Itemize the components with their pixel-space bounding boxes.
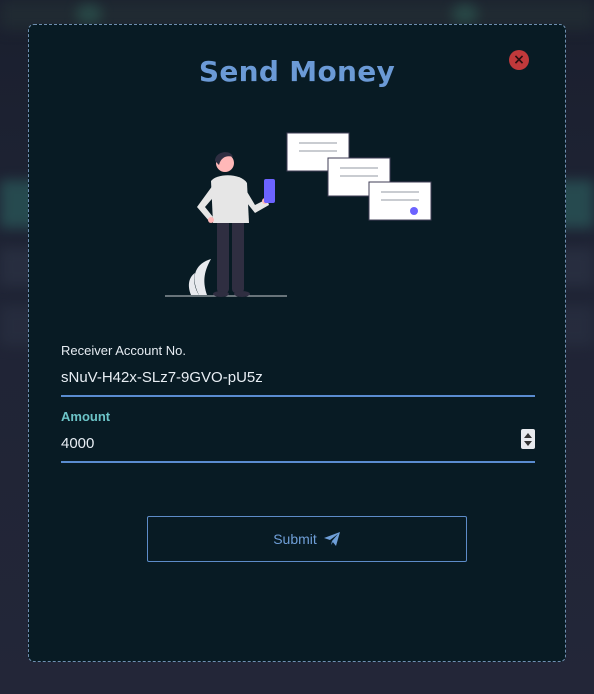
amount-label: Amount [61,409,111,424]
amount-field[interactable]: Amount 4000 [61,409,535,463]
receiver-account-label: Receiver Account No. [61,343,187,358]
modal-title: Send Money [198,55,396,88]
stepper-down-icon[interactable] [524,440,532,446]
paper-plane-icon [323,531,341,547]
receiver-account-input[interactable]: sNuV-H42x-SLz7-9GVO-pU5z [61,365,535,395]
amount-stepper[interactable] [521,429,535,449]
send-money-modal: × Send Money Receiver Account No. sNuV-H… [28,24,566,662]
amount-input[interactable]: 4000 [61,431,535,461]
stepper-up-icon[interactable] [524,432,532,438]
submit-label: Submit [273,531,317,547]
receiver-account-field[interactable]: Receiver Account No. sNuV-H42x-SLz7-9GVO… [61,343,535,397]
submit-button[interactable]: Submit [147,516,467,562]
send-money-illustration [159,125,439,303]
blurred-icon [76,4,102,24]
amount-underline [61,461,535,463]
receiver-account-underline [61,395,535,397]
blurred-icon [452,4,478,24]
